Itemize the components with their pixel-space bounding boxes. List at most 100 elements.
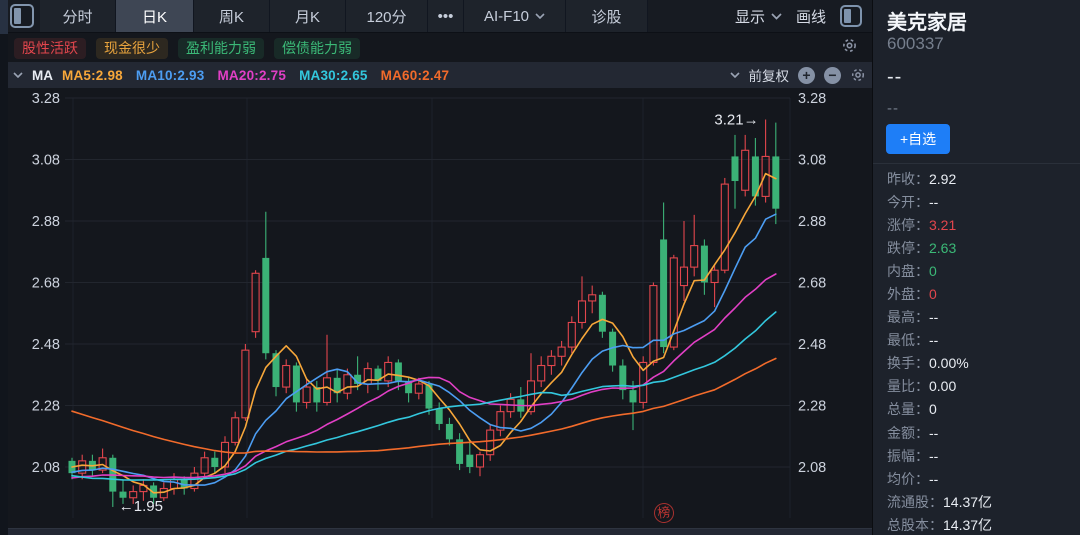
tags-settings-gear-icon[interactable] [841, 37, 858, 59]
tab-minute[interactable]: 分时 [40, 0, 116, 32]
tag-stock-activity[interactable]: 股性活跃 [14, 38, 86, 59]
candle-down [660, 239, 667, 347]
stat-label: 外盘： [887, 284, 929, 304]
candle-down [211, 458, 218, 467]
y-axis-label-right: 2.08 [798, 460, 826, 476]
ma10-line [72, 214, 776, 485]
stat-value: -- [929, 425, 938, 441]
stat-label: 最高： [887, 307, 929, 327]
stat-label: 今开： [887, 192, 929, 212]
chart-settings-gear-icon[interactable] [850, 67, 866, 83]
panel-toggle-icon[interactable] [10, 4, 34, 28]
candle-down [630, 390, 637, 402]
chevron-down-icon [771, 13, 782, 20]
y-axis-label-left: 2.88 [32, 214, 60, 230]
tab-diagnose-stock[interactable]: 诊股 [566, 0, 648, 32]
display-button[interactable]: 显示 [735, 0, 782, 32]
candle-up [283, 366, 290, 388]
tag-profitability[interactable]: 盈利能力弱 [178, 38, 264, 59]
ma-value-4: MA60:2.47 [381, 68, 450, 83]
price-annotation: ←1.95 [119, 498, 163, 515]
stat-value: 0 [929, 286, 937, 302]
candle-up [415, 384, 422, 393]
candle-up [385, 362, 392, 380]
ma-value-0: MA5:2.98 [62, 68, 123, 83]
stat-label: 换手： [887, 353, 929, 373]
y-axis-label-right: 3.08 [798, 153, 826, 169]
tab-more-periods[interactable]: ••• [428, 0, 464, 32]
chevron-down-icon[interactable] [730, 72, 740, 78]
chart-pane: 分时日K周K月K 120分 ••• AI-F10 诊股 显示 画线 股性活跃现金很少盈利… [8, 0, 872, 535]
candle-up [303, 387, 310, 402]
tab-120min[interactable]: 120分 [346, 0, 428, 32]
candle-up [548, 356, 555, 365]
tab-monthly-k[interactable]: 月K [270, 0, 346, 32]
candle-up [650, 286, 657, 363]
stat-value: 14.37亿 [943, 492, 992, 512]
stock-code: 600337 [887, 34, 944, 54]
indicator-name[interactable]: MA [32, 68, 53, 83]
tag-cash-level[interactable]: 现金很少 [96, 38, 168, 59]
price-annotation: 3.21→ [714, 112, 758, 129]
candle-down [262, 258, 269, 353]
display-label: 显示 [735, 6, 765, 27]
stat-label: 最低： [887, 330, 929, 350]
ma-value-3: MA30:2.65 [299, 68, 368, 83]
draw-line-button[interactable]: 画线 [796, 0, 826, 32]
stat-row: 涨停：3.21 [887, 213, 1074, 236]
candle-down [446, 424, 453, 439]
candle-down [120, 492, 127, 498]
candle-up [579, 301, 586, 323]
stat-row: 金额：-- [887, 421, 1074, 444]
y-axis-label-left: 2.08 [32, 460, 60, 476]
y-axis-label-right: 2.68 [798, 276, 826, 292]
tab-label: 120分 [366, 6, 406, 27]
price-change: -- [887, 100, 899, 117]
stat-row: 最高：-- [887, 306, 1074, 329]
zoom-out-button[interactable]: − [824, 67, 841, 84]
tab-ai-f10[interactable]: AI-F10 [464, 0, 566, 32]
diagnostic-tags-row: 股性活跃现金很少盈利能力弱偿债能力弱 [8, 34, 872, 62]
stat-row: 振幅：-- [887, 444, 1074, 467]
stat-value: 0 [929, 401, 937, 417]
tab-weekly-k[interactable]: 周K [194, 0, 270, 32]
candlestick-chart[interactable]: 3.283.283.083.082.882.882.682.682.482.48… [8, 88, 872, 528]
stat-row: 内盘：0 [887, 259, 1074, 282]
tab-label: 诊股 [591, 6, 621, 27]
stat-value: 0.00% [929, 355, 969, 371]
add-watchlist-button[interactable]: +自选 [886, 124, 950, 154]
ma-value-1: MA10:2.93 [136, 68, 205, 83]
stock-name: 美克家居 [887, 6, 967, 35]
stat-label: 流通股： [887, 492, 943, 512]
chevron-down-icon[interactable] [13, 72, 23, 78]
tab-daily-k[interactable]: 日K [116, 0, 194, 32]
y-axis-label-left: 3.28 [32, 91, 60, 107]
candle-down [732, 156, 739, 181]
candle-up [742, 150, 749, 190]
zoom-in-button[interactable]: + [798, 67, 815, 84]
tag-solvency[interactable]: 偿债能力弱 [274, 38, 360, 59]
stat-label: 涨停： [887, 215, 929, 235]
stock-app-window: 分时日K周K月K 120分 ••• AI-F10 诊股 显示 画线 股性活跃现金很少盈利… [0, 0, 1080, 535]
candle-down [293, 366, 300, 403]
bottom-pane-edge[interactable] [8, 528, 872, 535]
stat-value: 0.00 [929, 378, 956, 394]
stat-row: 量比：0.00 [887, 375, 1074, 398]
candle-down [436, 409, 443, 424]
adjust-mode-label[interactable]: 前复权 [749, 65, 790, 85]
y-axis-label-left: 2.68 [32, 276, 60, 292]
layout-toggle-icon[interactable] [840, 5, 862, 27]
y-axis-label-right: 3.28 [798, 91, 826, 107]
current-price: -- [887, 66, 902, 89]
candle-up [201, 458, 208, 473]
candle-up [589, 295, 596, 301]
tab-label: ••• [438, 8, 454, 25]
ma-values-group: MA MA5:2.98 MA10:2.93 MA20:2.75 MA30:2.65 MA… [13, 68, 449, 83]
ma-value-2: MA20:2.75 [217, 68, 286, 83]
candle-down [772, 156, 779, 208]
stat-row: 最低：-- [887, 329, 1074, 352]
candle-down [599, 295, 606, 332]
candle-up [711, 270, 718, 282]
price-chart-svg[interactable]: 3.283.283.083.082.882.882.682.682.482.48… [8, 88, 872, 528]
ma-bar-controls: 前复权 + − [730, 65, 867, 85]
